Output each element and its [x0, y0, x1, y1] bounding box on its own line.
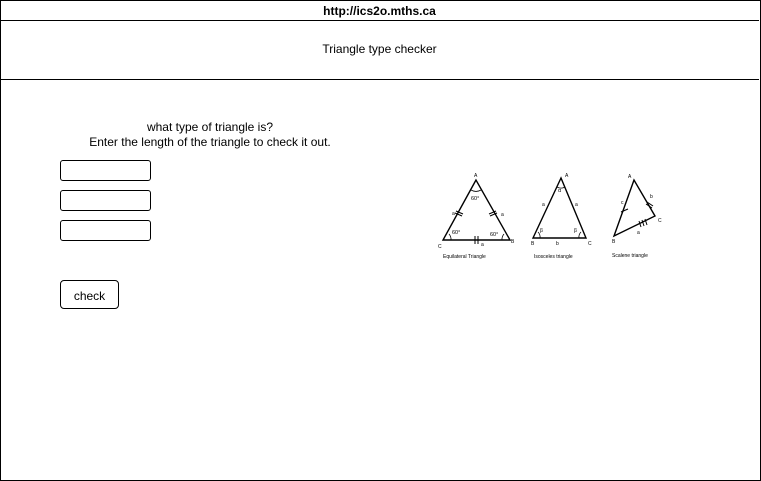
eq-angle-right: 60° [490, 232, 498, 238]
eq-angle-top: 60° [471, 196, 479, 202]
question-text: what type of triangle is? [146, 120, 274, 134]
address-bar[interactable]: http://ics2o.mths.ca [0, 0, 759, 21]
iso-vertex-b: B [531, 241, 535, 247]
iso-vertex-c: C [588, 241, 592, 247]
iso-angle-top: α [558, 188, 562, 194]
sc-vertex-b: B [612, 239, 616, 245]
side-length-input-3[interactable] [60, 220, 151, 241]
iso-side-right: a [575, 202, 578, 208]
instructions: what type of triangle is? Enter the leng… [60, 120, 360, 150]
iso-caption: Isosceles triangle [534, 254, 573, 260]
sc-side-right: b [650, 194, 653, 200]
equilateral-triangle: A B C 60° 60° 60° a a a Equilateral Tria… [438, 173, 515, 260]
iso-side-left: a [542, 202, 545, 208]
page-title: Triangle type checker [322, 42, 437, 56]
page-header: Triangle type checker [0, 21, 759, 80]
eq-side-bottom: a [481, 242, 484, 248]
sc-side-left: c [621, 200, 624, 206]
eq-caption: Equilateral Triangle [443, 254, 486, 260]
side-length-input-2[interactable] [60, 190, 151, 211]
scalene-triangle: A B C c b a Scalene triangle [612, 174, 662, 259]
sc-vertex-a: A [628, 174, 632, 180]
eq-vertex-b: B [511, 239, 515, 245]
iso-angle-left: β [540, 228, 543, 234]
sc-side-bottom: a [637, 230, 640, 236]
eq-vertex-a: A [474, 173, 478, 179]
check-button[interactable]: check [60, 280, 119, 309]
eq-side-left: a [452, 211, 455, 217]
instruction-text: Enter the length of the triangle to chec… [89, 135, 331, 149]
sc-vertex-c: C [658, 218, 662, 224]
iso-vertex-a: A [565, 173, 569, 179]
triangle-types-diagram: A B C 60° 60° 60° a a a Equilateral Tria… [438, 173, 662, 260]
isosceles-triangle: A B C α β β a a b Isosceles triangle [531, 173, 592, 260]
iso-angle-right: β [574, 228, 577, 234]
eq-vertex-c: C [438, 244, 442, 250]
eq-side-right: a [501, 212, 504, 218]
eq-angle-left: 60° [452, 230, 460, 236]
sc-caption: Scalene triangle [612, 253, 648, 259]
url-text: http://ics2o.mths.ca [323, 4, 436, 18]
iso-side-bottom: b [556, 241, 559, 247]
side-length-input-1[interactable] [60, 160, 151, 181]
